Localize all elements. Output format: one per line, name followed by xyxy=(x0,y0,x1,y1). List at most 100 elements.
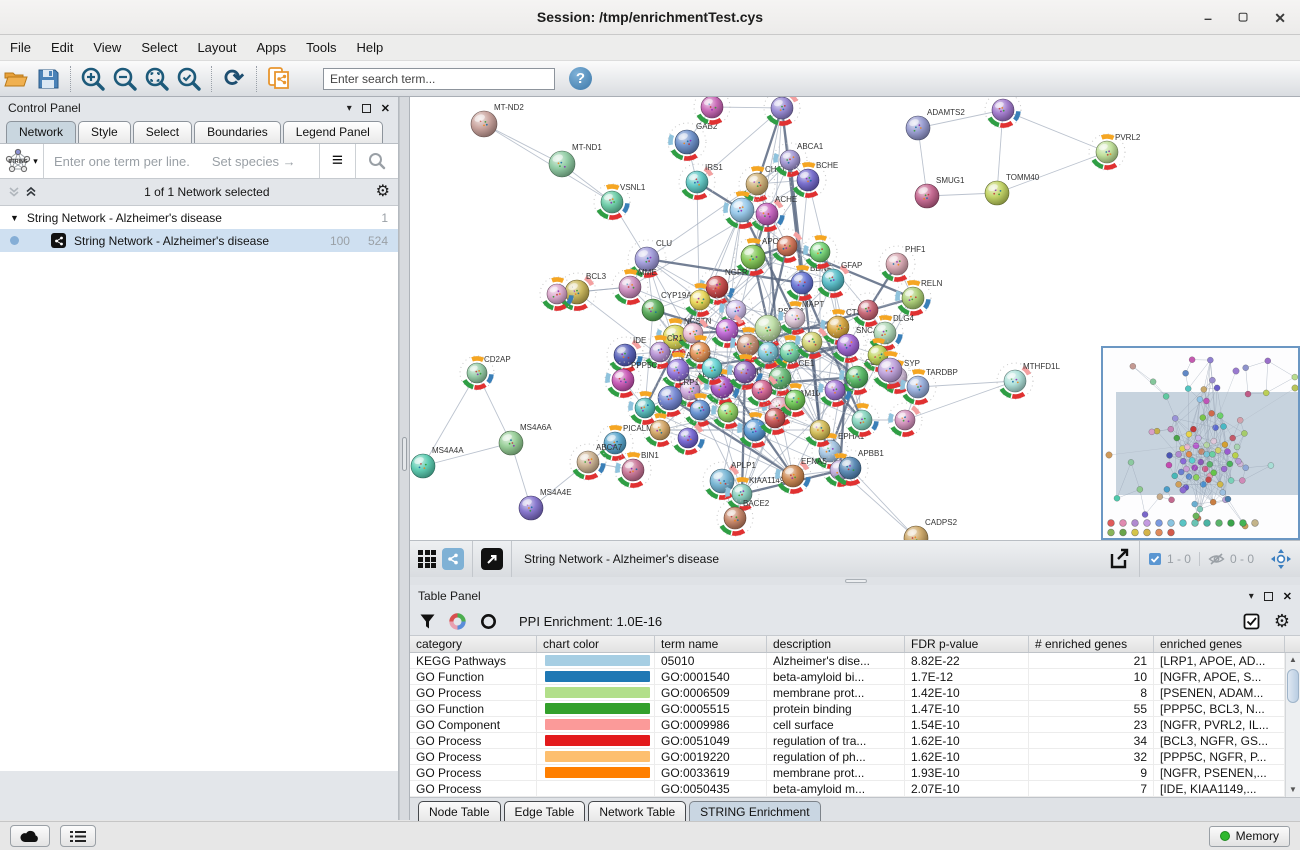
selection-checkbox-icon[interactable] xyxy=(1148,552,1162,566)
network-node[interactable]: MT-ND1 xyxy=(549,143,602,177)
enrichment-row[interactable]: GO ComponentGO:0009986cell surface1.54E-… xyxy=(410,717,1300,733)
enrichment-chart-icon[interactable] xyxy=(449,613,466,630)
scroll-up-icon[interactable]: ▲ xyxy=(1286,653,1300,667)
tab-legend-panel[interactable]: Legend Panel xyxy=(283,121,383,143)
network-node[interactable]: SMUG1 xyxy=(915,176,965,208)
zoom-in-button[interactable] xyxy=(79,65,107,93)
network-node[interactable]: BACE2 xyxy=(717,499,770,536)
string-query-placeholder[interactable]: Enter one term per line. xyxy=(54,154,190,169)
menu-apps[interactable]: Apps xyxy=(257,40,287,55)
menu-select[interactable]: Select xyxy=(141,40,177,55)
network-node[interactable]: PVRL2 xyxy=(1089,133,1141,170)
gear-icon[interactable]: ⚙ xyxy=(376,184,390,200)
birdseye-toggle[interactable] xyxy=(1262,548,1300,570)
network-node[interactable]: CADPS2 xyxy=(904,518,958,540)
scrollbar-thumb[interactable] xyxy=(1287,669,1299,703)
string-protein-dropdown[interactable]: STRING ▾ xyxy=(0,144,44,178)
column-header-chart-color[interactable]: chart color xyxy=(537,636,655,652)
network-node[interactable] xyxy=(694,97,730,125)
expand-all-icon[interactable] xyxy=(25,186,38,198)
grid-mode-icon[interactable] xyxy=(418,550,436,568)
enrichment-row[interactable]: GO ProcessGO:0033619membrane prot...1.93… xyxy=(410,765,1300,781)
column-header--enriched-genes[interactable]: # enriched genes xyxy=(1029,636,1154,652)
tab-string-enrichment[interactable]: STRING Enrichment xyxy=(689,801,820,823)
network-node[interactable]: ABCA1 xyxy=(773,142,824,177)
open-in-window-icon[interactable] xyxy=(481,548,503,570)
menu-tools[interactable]: Tools xyxy=(306,40,336,55)
network-node[interactable]: MS4A6A xyxy=(499,423,552,455)
network-canvas[interactable]: MT-ND2MT-ND1VSNL1GAB2ADAMTS2PVRL2TOMM40S… xyxy=(410,97,1300,540)
tab-edge-table[interactable]: Edge Table xyxy=(504,801,586,823)
enrichment-row[interactable]: GO FunctionGO:0001540beta-amyloid bi...1… xyxy=(410,669,1300,685)
copy-network-button[interactable] xyxy=(265,65,293,93)
column-header-enriched-genes[interactable]: enriched genes xyxy=(1154,636,1285,652)
eye-slash-icon[interactable] xyxy=(1208,552,1225,566)
column-header-category[interactable]: category xyxy=(410,636,537,652)
minimize-button[interactable]: – xyxy=(1204,11,1212,25)
network-node[interactable]: VSNL1 xyxy=(594,183,646,220)
open-session-button[interactable] xyxy=(2,65,30,93)
string-style-icon[interactable] xyxy=(442,548,464,570)
horizontal-splitter-handle[interactable] xyxy=(845,579,867,583)
cloud-tasks-button[interactable] xyxy=(10,825,50,847)
menu-help[interactable]: Help xyxy=(357,40,384,55)
tab-network-table[interactable]: Network Table xyxy=(588,801,686,823)
close-button[interactable]: ✕ xyxy=(1274,11,1286,25)
panel-menu-icon[interactable]: ▾ xyxy=(347,103,352,114)
help-button[interactable]: ? xyxy=(569,67,592,90)
query-options-button[interactable]: ≡ xyxy=(319,144,355,178)
network-node[interactable]: TOMM40 xyxy=(985,173,1040,205)
tab-node-table[interactable]: Node Table xyxy=(418,801,501,823)
enrichment-row[interactable]: GO FunctionGO:0005515protein binding1.47… xyxy=(410,701,1300,717)
network-node[interactable]: CD2AP xyxy=(460,355,511,390)
float-panel-icon[interactable] xyxy=(362,104,371,113)
network-node[interactable]: MS4A4E xyxy=(519,488,572,520)
menu-layout[interactable]: Layout xyxy=(197,40,236,55)
menu-view[interactable]: View xyxy=(93,40,121,55)
zoom-out-button[interactable] xyxy=(111,65,139,93)
birds-eye-view[interactable] xyxy=(1101,346,1300,540)
menu-edit[interactable]: Edit xyxy=(51,40,73,55)
species-hint[interactable]: Set species → xyxy=(212,154,296,169)
select-columns-icon[interactable] xyxy=(1243,613,1260,630)
zoom-fit-button[interactable] xyxy=(143,65,171,93)
tab-select[interactable]: Select xyxy=(133,121,192,143)
network-node[interactable]: RELN xyxy=(895,279,943,316)
export-network-icon[interactable] xyxy=(1107,547,1131,571)
gear-icon[interactable]: ⚙ xyxy=(1274,612,1290,630)
tab-network[interactable]: Network xyxy=(6,121,76,143)
memory-button[interactable]: Memory xyxy=(1209,826,1290,847)
ring-chart-icon[interactable] xyxy=(480,613,497,630)
maximize-button[interactable]: ▢ xyxy=(1238,12,1248,23)
table-scrollbar[interactable]: ▲ ▼ xyxy=(1285,653,1300,797)
collapse-all-icon[interactable] xyxy=(8,186,21,198)
network-node[interactable]: MTHFD1L xyxy=(997,362,1060,399)
refresh-button[interactable]: ⟳ xyxy=(220,65,248,93)
menu-file[interactable]: File xyxy=(10,40,31,55)
enrichment-row[interactable]: GO ProcessGO:0006509membrane prot...1.42… xyxy=(410,685,1300,701)
network-node[interactable]: ABCA7 xyxy=(570,443,623,480)
enrichment-row[interactable]: GO ProcessGO:0019220regulation of ph...1… xyxy=(410,749,1300,765)
run-string-search-button[interactable] xyxy=(355,144,398,178)
search-input[interactable] xyxy=(323,68,555,90)
tab-style[interactable]: Style xyxy=(78,121,131,143)
enrichment-row[interactable]: KEGG Pathways05010Alzheimer's dise...8.8… xyxy=(410,653,1300,669)
network-node[interactable] xyxy=(764,97,800,126)
network-node[interactable]: TARDBP xyxy=(900,368,958,405)
panel-menu-icon[interactable]: ▾ xyxy=(1249,591,1254,602)
enrichment-row[interactable]: GO ProcessGO:0051049regulation of tra...… xyxy=(410,733,1300,749)
close-panel-icon[interactable]: ✕ xyxy=(381,102,390,115)
network-node[interactable]: DLG4 xyxy=(867,314,914,351)
enrichment-row[interactable]: GO ProcessGO:0050435beta-amyloid m...2.0… xyxy=(410,781,1300,797)
network-collection-row[interactable]: ▼ String Network - Alzheimer's disease 1 xyxy=(0,206,398,229)
float-panel-icon[interactable] xyxy=(1264,592,1273,601)
vertical-splitter-handle[interactable] xyxy=(402,437,407,471)
close-panel-icon[interactable]: ✕ xyxy=(1283,590,1292,603)
filter-icon[interactable] xyxy=(420,614,435,629)
zoom-selected-button[interactable] xyxy=(175,65,203,93)
title-bar[interactable]: Session: /tmp/enrichmentTest.cys – ▢ ✕ xyxy=(0,0,1300,35)
save-session-button[interactable] xyxy=(34,65,62,93)
scroll-down-icon[interactable]: ▼ xyxy=(1286,783,1300,797)
tree-expand-icon[interactable]: ▼ xyxy=(10,213,19,223)
task-history-button[interactable] xyxy=(60,825,96,847)
